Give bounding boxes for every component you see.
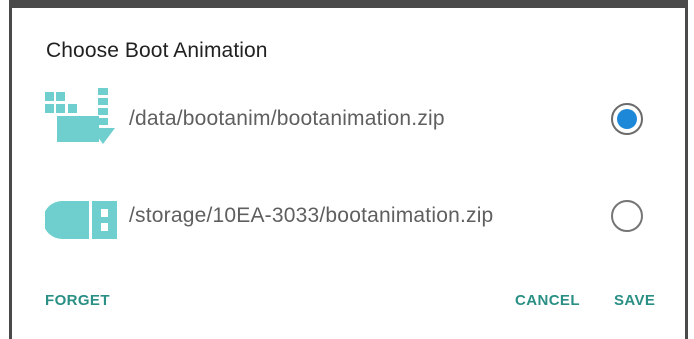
screen: Choose Boot Animation /data/bootanim/boo…: [0, 0, 694, 339]
boot-animation-dialog: Choose Boot Animation /data/bootanim/boo…: [12, 8, 685, 339]
usb-drive-icon: [45, 201, 117, 239]
save-button[interactable]: SAVE: [614, 292, 655, 309]
background-edge-top: [0, 0, 694, 8]
option-label: /data/bootanim/bootanimation.zip: [129, 107, 445, 130]
download-file-icon: [45, 88, 115, 144]
background-edge-left: [0, 0, 12, 339]
radio-selected[interactable]: [611, 103, 643, 135]
option-data-bootanimation[interactable]: /data/bootanim/bootanimation.zip: [12, 83, 685, 153]
background-edge-right: [685, 0, 694, 339]
forget-button[interactable]: FORGET: [45, 292, 110, 309]
dialog-title: Choose Boot Animation: [46, 39, 268, 62]
cancel-button[interactable]: CANCEL: [515, 292, 580, 309]
option-storage-bootanimation[interactable]: /storage/10EA-3033/bootanimation.zip: [12, 180, 685, 250]
radio-unselected[interactable]: [611, 200, 643, 232]
option-label: /storage/10EA-3033/bootanimation.zip: [129, 204, 494, 227]
radio-dot: [617, 109, 637, 129]
